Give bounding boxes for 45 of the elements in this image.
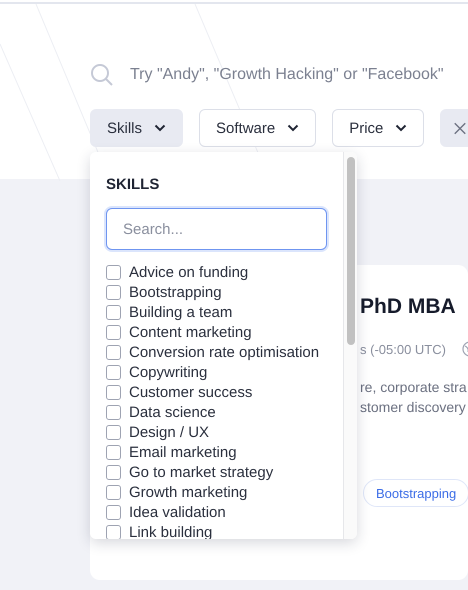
skill-option[interactable]: Data science: [129, 404, 216, 420]
timezone-text: s (-05:00 UTC): [360, 342, 446, 356]
chevron-icon: [395, 124, 408, 132]
skill-option[interactable]: Design / UX: [129, 424, 210, 440]
scrollbar-thumb[interactable]: [347, 157, 355, 345]
skill-option[interactable]: Copywriting: [129, 364, 208, 380]
filter-button[interactable]: Price: [332, 109, 424, 147]
checkbox[interactable]: [106, 504, 121, 520]
checkbox[interactable]: [106, 444, 121, 460]
close-icon: [453, 120, 468, 136]
skill-option[interactable]: Bootstrapping: [129, 284, 222, 300]
clear-button[interactable]: [440, 109, 468, 147]
filter-button[interactable]: Skills: [90, 109, 184, 147]
search-icon: [90, 63, 114, 87]
skill-option[interactable]: Advice on funding: [129, 264, 248, 280]
search-field[interactable]: Search...: [106, 208, 327, 250]
checkbox[interactable]: [106, 284, 121, 300]
checkbox[interactable]: [106, 484, 121, 500]
checkbox[interactable]: [106, 304, 121, 320]
skill-option[interactable]: Content marketing: [129, 324, 252, 340]
checkbox[interactable]: [106, 264, 121, 280]
checkbox[interactable]: [106, 404, 121, 420]
skill-option[interactable]: Email marketing: [129, 444, 237, 460]
checkbox[interactable]: [106, 464, 121, 480]
skill-option[interactable]: Conversion rate optimisation: [129, 344, 320, 360]
checkbox[interactable]: [106, 324, 121, 340]
checkbox[interactable]: [106, 424, 121, 440]
bio-text: stomer discovery: [360, 398, 467, 417]
chevron-icon: [154, 124, 166, 132]
bio-text: re, corporate stra: [360, 378, 468, 397]
checkbox[interactable]: [106, 524, 121, 539]
dropdown-heading: SKILLS: [106, 176, 160, 193]
checkbox[interactable]: [106, 344, 121, 360]
skill-option[interactable]: Customer success: [129, 384, 252, 400]
chevron-icon: [287, 124, 300, 132]
skill-tag[interactable]: Bootstrapping: [363, 479, 468, 507]
checkbox[interactable]: [106, 364, 121, 380]
search-field[interactable]: Try "Andy", "Growth Hacking" or "Facebook": [130, 66, 444, 84]
skill-option[interactable]: Idea validation: [129, 504, 226, 520]
skill-option[interactable]: Go to market strategy: [129, 464, 274, 480]
filter-button[interactable]: Software: [199, 109, 316, 147]
profile-name: PhD MBA: [360, 295, 457, 319]
skill-option[interactable]: Growth marketing: [129, 484, 248, 500]
checkbox[interactable]: [106, 384, 121, 400]
skill-option[interactable]: Building a team: [129, 304, 232, 320]
